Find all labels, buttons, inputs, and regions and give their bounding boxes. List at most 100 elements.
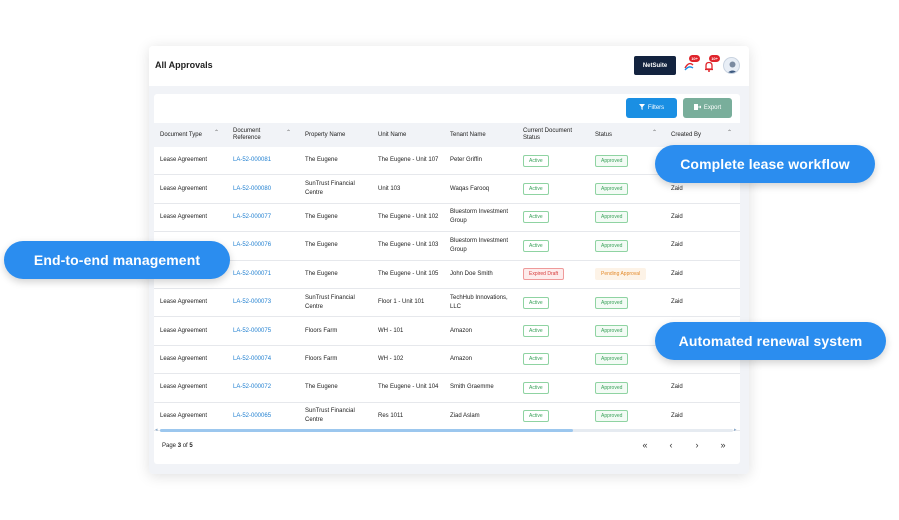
sync-notification-icon[interactable]: 10+ <box>682 55 700 73</box>
property-cell: The Eugene <box>299 147 372 176</box>
table-row[interactable]: Lease Agreement LA-52-000080 SunTrust Fina… <box>154 174 740 204</box>
property-cell: SunTrust Financial Centre <box>299 174 372 204</box>
doc-ref-link[interactable]: LA-52-000080 <box>227 174 299 204</box>
doc-ref-link[interactable]: LA-52-000072 <box>227 373 299 403</box>
doc-type-cell: Lease Agreement <box>154 402 227 431</box>
tenant-cell: Amazon <box>444 345 517 375</box>
tenant-cell: Waqas Farooq <box>444 174 517 204</box>
table-row[interactable]: Lease Agreement LA-52-000073 SunTrust Fina… <box>154 288 740 318</box>
tenant-cell: Bluestorm Investment Group <box>444 203 517 233</box>
content-area: Filters Export Document Type ⌃ Document R… <box>149 86 749 474</box>
sort-icon[interactable]: ⌃ <box>286 130 291 137</box>
status-badge: Approved <box>595 410 629 423</box>
status-badge: Active <box>523 381 549 394</box>
unit-cell: The Eugene - Unit 107 <box>372 147 444 176</box>
tenant-cell: TechHub Innovations, LLC <box>444 288 517 318</box>
status-cell: Approved <box>589 316 665 346</box>
property-cell: Floors Farm <box>299 345 372 375</box>
status-badge: Active <box>523 353 549 366</box>
doc-ref-link[interactable]: LA-52-000076 <box>227 231 299 261</box>
doc-ref-link[interactable]: LA-52-000071 <box>227 260 299 289</box>
doc-ref-link[interactable]: LA-52-000073 <box>227 288 299 318</box>
column-header: Unit Name <box>372 123 444 147</box>
property-cell: Floors Farm <box>299 316 372 346</box>
property-cell: The Eugene <box>299 203 372 233</box>
status-badge: Approved <box>595 353 629 366</box>
bell-icon[interactable]: 10+ <box>702 55 720 73</box>
table-row[interactable]: Lease Agreement LA-52-000072 The Eugene The… <box>154 373 740 403</box>
status-badge: Approved <box>595 154 629 167</box>
property-cell: The Eugene <box>299 231 372 261</box>
property-cell: The Eugene <box>299 373 372 403</box>
scrollbar-thumb[interactable] <box>160 429 573 432</box>
status-badge: Expired Draft <box>523 268 565 281</box>
table-row[interactable]: Lease Agreement LA-52-000074 Floors Farm WH… <box>154 345 740 375</box>
property-cell: The Eugene <box>299 260 372 289</box>
column-header[interactable]: Document Reference ⌃ <box>227 123 299 147</box>
sort-icon[interactable]: ⌃ <box>727 130 732 137</box>
table-row[interactable]: Lease Agreement LA-52-000077 The Eugene The… <box>154 203 740 233</box>
status-badge: Active <box>523 183 549 196</box>
doc-ref-link[interactable]: LA-52-000081 <box>227 147 299 176</box>
tenant-cell: Peter Griffin <box>444 147 517 176</box>
status-cell: Approved <box>589 345 665 375</box>
doc-type-cell: Lease Agreement <box>154 203 227 233</box>
status-cell: Approved <box>589 231 665 261</box>
status-badge: Approved <box>595 296 629 309</box>
page-title: All Approvals <box>155 60 213 70</box>
doc-type-cell: Lease Agreement <box>154 288 227 318</box>
first-page-button[interactable]: « <box>639 440 651 450</box>
status-cell: Approved <box>589 147 665 176</box>
current-status-cell: Active <box>517 231 589 261</box>
table-row[interactable]: Lease Agreement LA-52-000065 SunTrust Fina… <box>154 402 740 431</box>
table-row[interactable]: LA-52-000071 The Eugene The Eugene - Unit … <box>154 260 740 289</box>
export-icon <box>693 104 702 112</box>
column-header[interactable]: Status ⌃ <box>589 123 665 147</box>
column-header: Tenant Name <box>444 123 517 147</box>
callout-workflow: Complete lease workflow <box>655 145 875 183</box>
doc-ref-link[interactable]: LA-52-000065 <box>227 402 299 431</box>
filters-button[interactable]: Filters <box>626 98 677 118</box>
horizontal-scrollbar[interactable] <box>160 429 733 432</box>
table-row[interactable]: Lease Agreement LA-52-000081 The Eugene The… <box>154 147 740 176</box>
status-cell: Approved <box>589 373 665 403</box>
status-badge: Active <box>523 211 549 224</box>
export-button[interactable]: Export <box>683 98 732 118</box>
table-row[interactable]: Lease Agreement LA-52-000075 Floors Farm WH… <box>154 316 740 346</box>
status-badge: Pending Approval <box>595 268 647 281</box>
last-page-button[interactable]: » <box>717 440 729 450</box>
status-cell: Approved <box>589 288 665 318</box>
prev-page-button[interactable]: ‹ <box>665 440 677 450</box>
doc-type-cell: Lease Agreement <box>154 316 227 346</box>
status-badge: Approved <box>595 211 629 224</box>
status-cell: Approved <box>589 174 665 204</box>
status-cell: Approved <box>589 402 665 431</box>
doc-type-cell: Lease Agreement <box>154 147 227 176</box>
next-page-button[interactable]: › <box>691 440 703 450</box>
sort-icon[interactable]: ⌃ <box>214 130 219 137</box>
unit-cell: Res 1011 <box>372 402 444 431</box>
status-badge: Approved <box>595 239 629 252</box>
approvals-panel: Filters Export Document Type ⌃ Document R… <box>154 94 740 464</box>
created-by-cell: Zaid <box>665 373 740 403</box>
column-header[interactable]: Created By ⌃ <box>665 123 740 147</box>
scroll-left-icon[interactable]: ◂ <box>155 427 158 433</box>
user-avatar[interactable] <box>723 57 740 74</box>
filters-label: Filters <box>647 105 665 111</box>
doc-ref-link[interactable]: LA-52-000075 <box>227 316 299 346</box>
tenant-cell: Smith Graemme <box>444 373 517 403</box>
current-status-cell: Active <box>517 373 589 403</box>
export-label: Export <box>703 105 722 111</box>
doc-type-cell: Lease Agreement <box>154 174 227 204</box>
doc-ref-link[interactable]: LA-52-000074 <box>227 345 299 375</box>
column-header[interactable]: Document Type ⌃ <box>154 123 227 147</box>
netsuite-button[interactable]: NetSuite <box>634 56 676 75</box>
doc-ref-link[interactable]: LA-52-000077 <box>227 203 299 233</box>
scroll-right-icon[interactable]: ▸ <box>734 427 737 433</box>
current-status-cell: Active <box>517 345 589 375</box>
unit-cell: Unit 103 <box>372 174 444 204</box>
table-row[interactable]: LA-52-000076 The Eugene The Eugene - Unit … <box>154 231 740 261</box>
unit-cell: The Eugene - Unit 103 <box>372 231 444 261</box>
created-by-cell: Zaid <box>665 288 740 318</box>
sort-icon[interactable]: ⌃ <box>652 130 657 137</box>
